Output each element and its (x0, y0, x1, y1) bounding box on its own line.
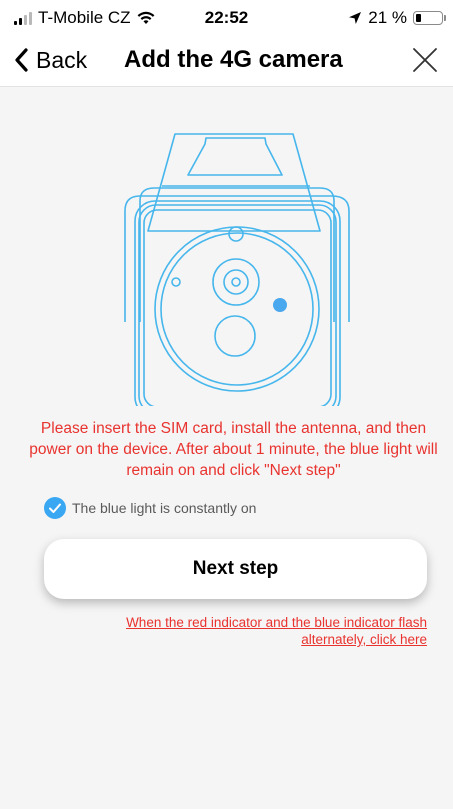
status-right: 21 % (348, 8, 446, 28)
alternate-flash-help-link[interactable]: When the red indicator and the blue indi… (60, 614, 427, 648)
chevron-left-icon (15, 48, 28, 72)
back-label: Back (36, 46, 88, 73)
battery-icon (413, 11, 446, 25)
close-icon (413, 48, 437, 72)
status-bar: T-Mobile CZ 22:52 21 % (0, 0, 453, 34)
navigation-bar: Back Add the 4G camera (0, 34, 453, 87)
back-button[interactable]: Back (14, 42, 87, 78)
close-button[interactable] (411, 46, 439, 74)
blue-light-checkbox[interactable]: The blue light is constantly on (44, 497, 256, 519)
next-step-button[interactable]: Next step (44, 539, 427, 599)
checkbox-label: The blue light is constantly on (72, 500, 257, 516)
checkmark-icon[interactable] (44, 497, 66, 519)
main-content: Please insert the SIM card, install the … (0, 87, 453, 809)
battery-level (416, 14, 421, 22)
battery-percent: 21 % (368, 8, 407, 27)
location-arrow-icon (349, 12, 362, 24)
camera-illustration (124, 133, 350, 406)
page-title: Add the 4G camera (124, 46, 343, 73)
instructions-text: Please insert the SIM card, install the … (29, 420, 438, 479)
